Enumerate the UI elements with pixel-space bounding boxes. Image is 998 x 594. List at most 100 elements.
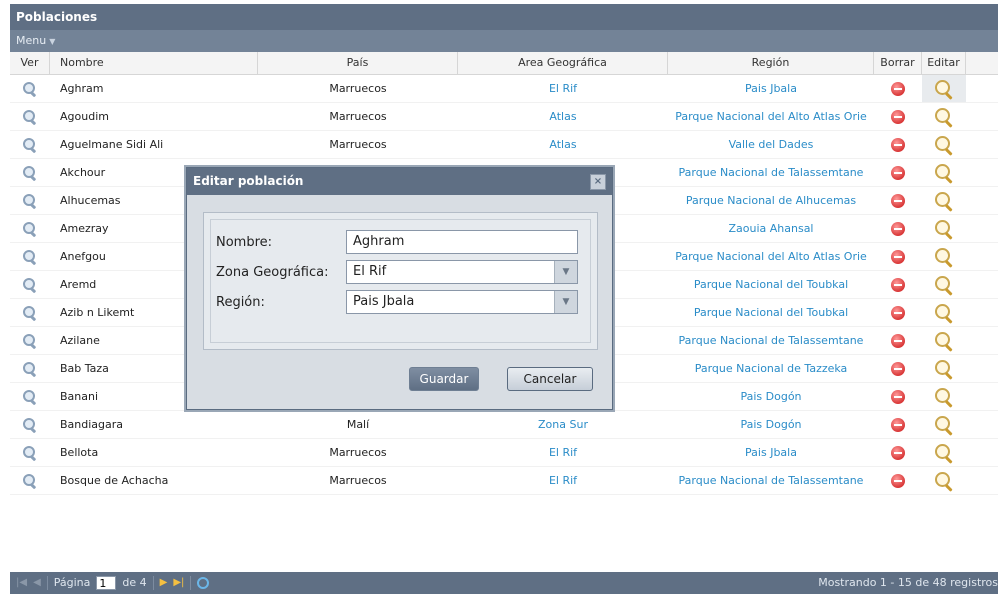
magnifier-icon[interactable] <box>23 306 37 322</box>
region-cell[interactable]: Pais Jbala <box>668 439 874 466</box>
region-cell[interactable]: Parque Nacional de Tazzeka <box>668 355 874 382</box>
region-cell[interactable]: Parque Nacional de Talassemtane <box>668 159 874 186</box>
area-cell[interactable]: Atlas <box>458 131 668 158</box>
region-cell[interactable]: Parque Nacional del Alto Atlas Orie <box>668 103 874 130</box>
region-cell[interactable]: Pais Dogón <box>668 411 874 438</box>
window-title: Poblaciones <box>10 4 998 30</box>
delete-cell <box>874 355 922 382</box>
close-icon[interactable]: × <box>590 174 606 190</box>
col-borrar[interactable]: Borrar <box>874 52 922 74</box>
delete-icon[interactable] <box>891 306 905 320</box>
region-cell[interactable]: Valle del Dades <box>668 131 874 158</box>
region-select[interactable]: Pais Jbala ▼ <box>346 290 578 314</box>
col-pais[interactable]: País <box>258 52 458 74</box>
chevron-down-icon[interactable]: ▼ <box>554 291 577 313</box>
magnifier-icon[interactable] <box>23 194 37 210</box>
zona-select[interactable]: El Rif ▼ <box>346 260 578 284</box>
view-cell <box>10 187 50 214</box>
last-page-icon[interactable]: ▶| <box>173 572 184 594</box>
region-cell[interactable]: Zaouia Ahansal <box>668 215 874 242</box>
area-cell[interactable]: El Rif <box>458 439 668 466</box>
region-cell[interactable]: Parque Nacional del Toubkal <box>668 271 874 298</box>
area-cell[interactable]: Zona Sur <box>458 411 668 438</box>
pais-cell: Malí <box>346 418 370 431</box>
magnifier-icon[interactable] <box>23 334 37 350</box>
edit-magnifier-icon[interactable] <box>935 276 953 296</box>
table-row[interactable]: Bellota Marruecos El Rif Pais Jbala <box>10 439 998 467</box>
region-cell[interactable]: Parque Nacional del Toubkal <box>668 299 874 326</box>
prev-page-icon[interactable]: ◀ <box>33 572 41 594</box>
delete-icon[interactable] <box>891 166 905 180</box>
col-region[interactable]: Región <box>668 52 874 74</box>
magnifier-icon[interactable] <box>23 222 37 238</box>
cancel-button[interactable]: Cancelar <box>507 367 593 391</box>
refresh-icon[interactable] <box>197 577 210 589</box>
edit-magnifier-icon[interactable] <box>935 472 953 492</box>
menu-button[interactable]: Menu ▼ <box>16 34 55 47</box>
edit-magnifier-icon[interactable] <box>935 416 953 436</box>
nombre-input[interactable]: Aghram <box>346 230 578 254</box>
magnifier-icon[interactable] <box>23 446 37 462</box>
delete-icon[interactable] <box>891 446 905 460</box>
edit-magnifier-icon[interactable] <box>935 80 953 100</box>
table-row[interactable]: Bandiagara Malí Zona Sur Pais Dogón <box>10 411 998 439</box>
edit-magnifier-icon[interactable] <box>935 220 953 240</box>
table-row[interactable]: Aghram Marruecos El Rif Pais Jbala <box>10 75 998 103</box>
area-cell[interactable]: El Rif <box>458 75 668 102</box>
edit-magnifier-icon[interactable] <box>935 304 953 324</box>
delete-icon[interactable] <box>891 362 905 376</box>
delete-icon[interactable] <box>891 250 905 264</box>
region-cell[interactable]: Pais Jbala <box>668 75 874 102</box>
magnifier-icon[interactable] <box>23 166 37 182</box>
magnifier-icon[interactable] <box>23 390 37 406</box>
delete-icon[interactable] <box>891 138 905 152</box>
delete-icon[interactable] <box>891 418 905 432</box>
page-input[interactable]: 1 <box>96 576 117 590</box>
table-row[interactable]: Bosque de Achacha Marruecos El Rif Parque N… <box>10 467 998 495</box>
col-ver[interactable]: Ver <box>10 52 50 74</box>
magnifier-icon[interactable] <box>23 110 37 126</box>
edit-magnifier-icon[interactable] <box>935 444 953 464</box>
delete-icon[interactable] <box>891 474 905 488</box>
edit-magnifier-icon[interactable] <box>935 164 953 184</box>
first-page-icon[interactable]: |◀ <box>16 572 27 594</box>
table-row[interactable]: Agoudim Marruecos Atlas Parque Nacional del… <box>10 103 998 131</box>
edit-magnifier-icon[interactable] <box>935 332 953 352</box>
region-cell[interactable]: Parque Nacional del Alto Atlas Orie <box>668 243 874 270</box>
delete-icon[interactable] <box>891 390 905 404</box>
delete-icon[interactable] <box>891 222 905 236</box>
edit-magnifier-icon[interactable] <box>935 388 953 408</box>
edit-magnifier-icon[interactable] <box>935 248 953 268</box>
region-cell[interactable]: Parque Nacional de Talassemtane <box>668 327 874 354</box>
area-cell[interactable]: Atlas <box>458 103 668 130</box>
magnifier-icon[interactable] <box>23 250 37 266</box>
col-nombre[interactable]: Nombre <box>50 52 258 74</box>
delete-icon[interactable] <box>891 110 905 124</box>
magnifier-icon[interactable] <box>23 82 37 98</box>
magnifier-icon[interactable] <box>23 278 37 294</box>
col-area[interactable]: Area Geográfica <box>458 52 668 74</box>
edit-magnifier-icon[interactable] <box>935 360 953 380</box>
delete-icon[interactable] <box>891 278 905 292</box>
delete-cell <box>874 327 922 354</box>
region-cell[interactable]: Pais Dogón <box>668 383 874 410</box>
edit-magnifier-icon[interactable] <box>935 108 953 128</box>
region-cell[interactable]: Parque Nacional de Alhucemas <box>668 187 874 214</box>
menu-label: Menu <box>16 34 47 47</box>
edit-magnifier-icon[interactable] <box>935 192 953 212</box>
delete-icon[interactable] <box>891 82 905 96</box>
magnifier-icon[interactable] <box>23 362 37 378</box>
chevron-down-icon[interactable]: ▼ <box>554 261 577 283</box>
delete-icon[interactable] <box>891 334 905 348</box>
save-button[interactable]: Guardar <box>409 367 479 391</box>
delete-icon[interactable] <box>891 194 905 208</box>
next-page-icon[interactable]: ▶ <box>160 572 168 594</box>
table-row[interactable]: Aguelmane Sidi Ali Marruecos Atlas Valle de… <box>10 131 998 159</box>
magnifier-icon[interactable] <box>23 474 37 490</box>
edit-magnifier-icon[interactable] <box>935 136 953 156</box>
area-cell[interactable]: El Rif <box>458 467 668 494</box>
magnifier-icon[interactable] <box>23 418 37 434</box>
region-cell[interactable]: Parque Nacional de Talassemtane <box>668 467 874 494</box>
magnifier-icon[interactable] <box>23 138 37 154</box>
col-editar[interactable]: Editar <box>922 52 966 74</box>
